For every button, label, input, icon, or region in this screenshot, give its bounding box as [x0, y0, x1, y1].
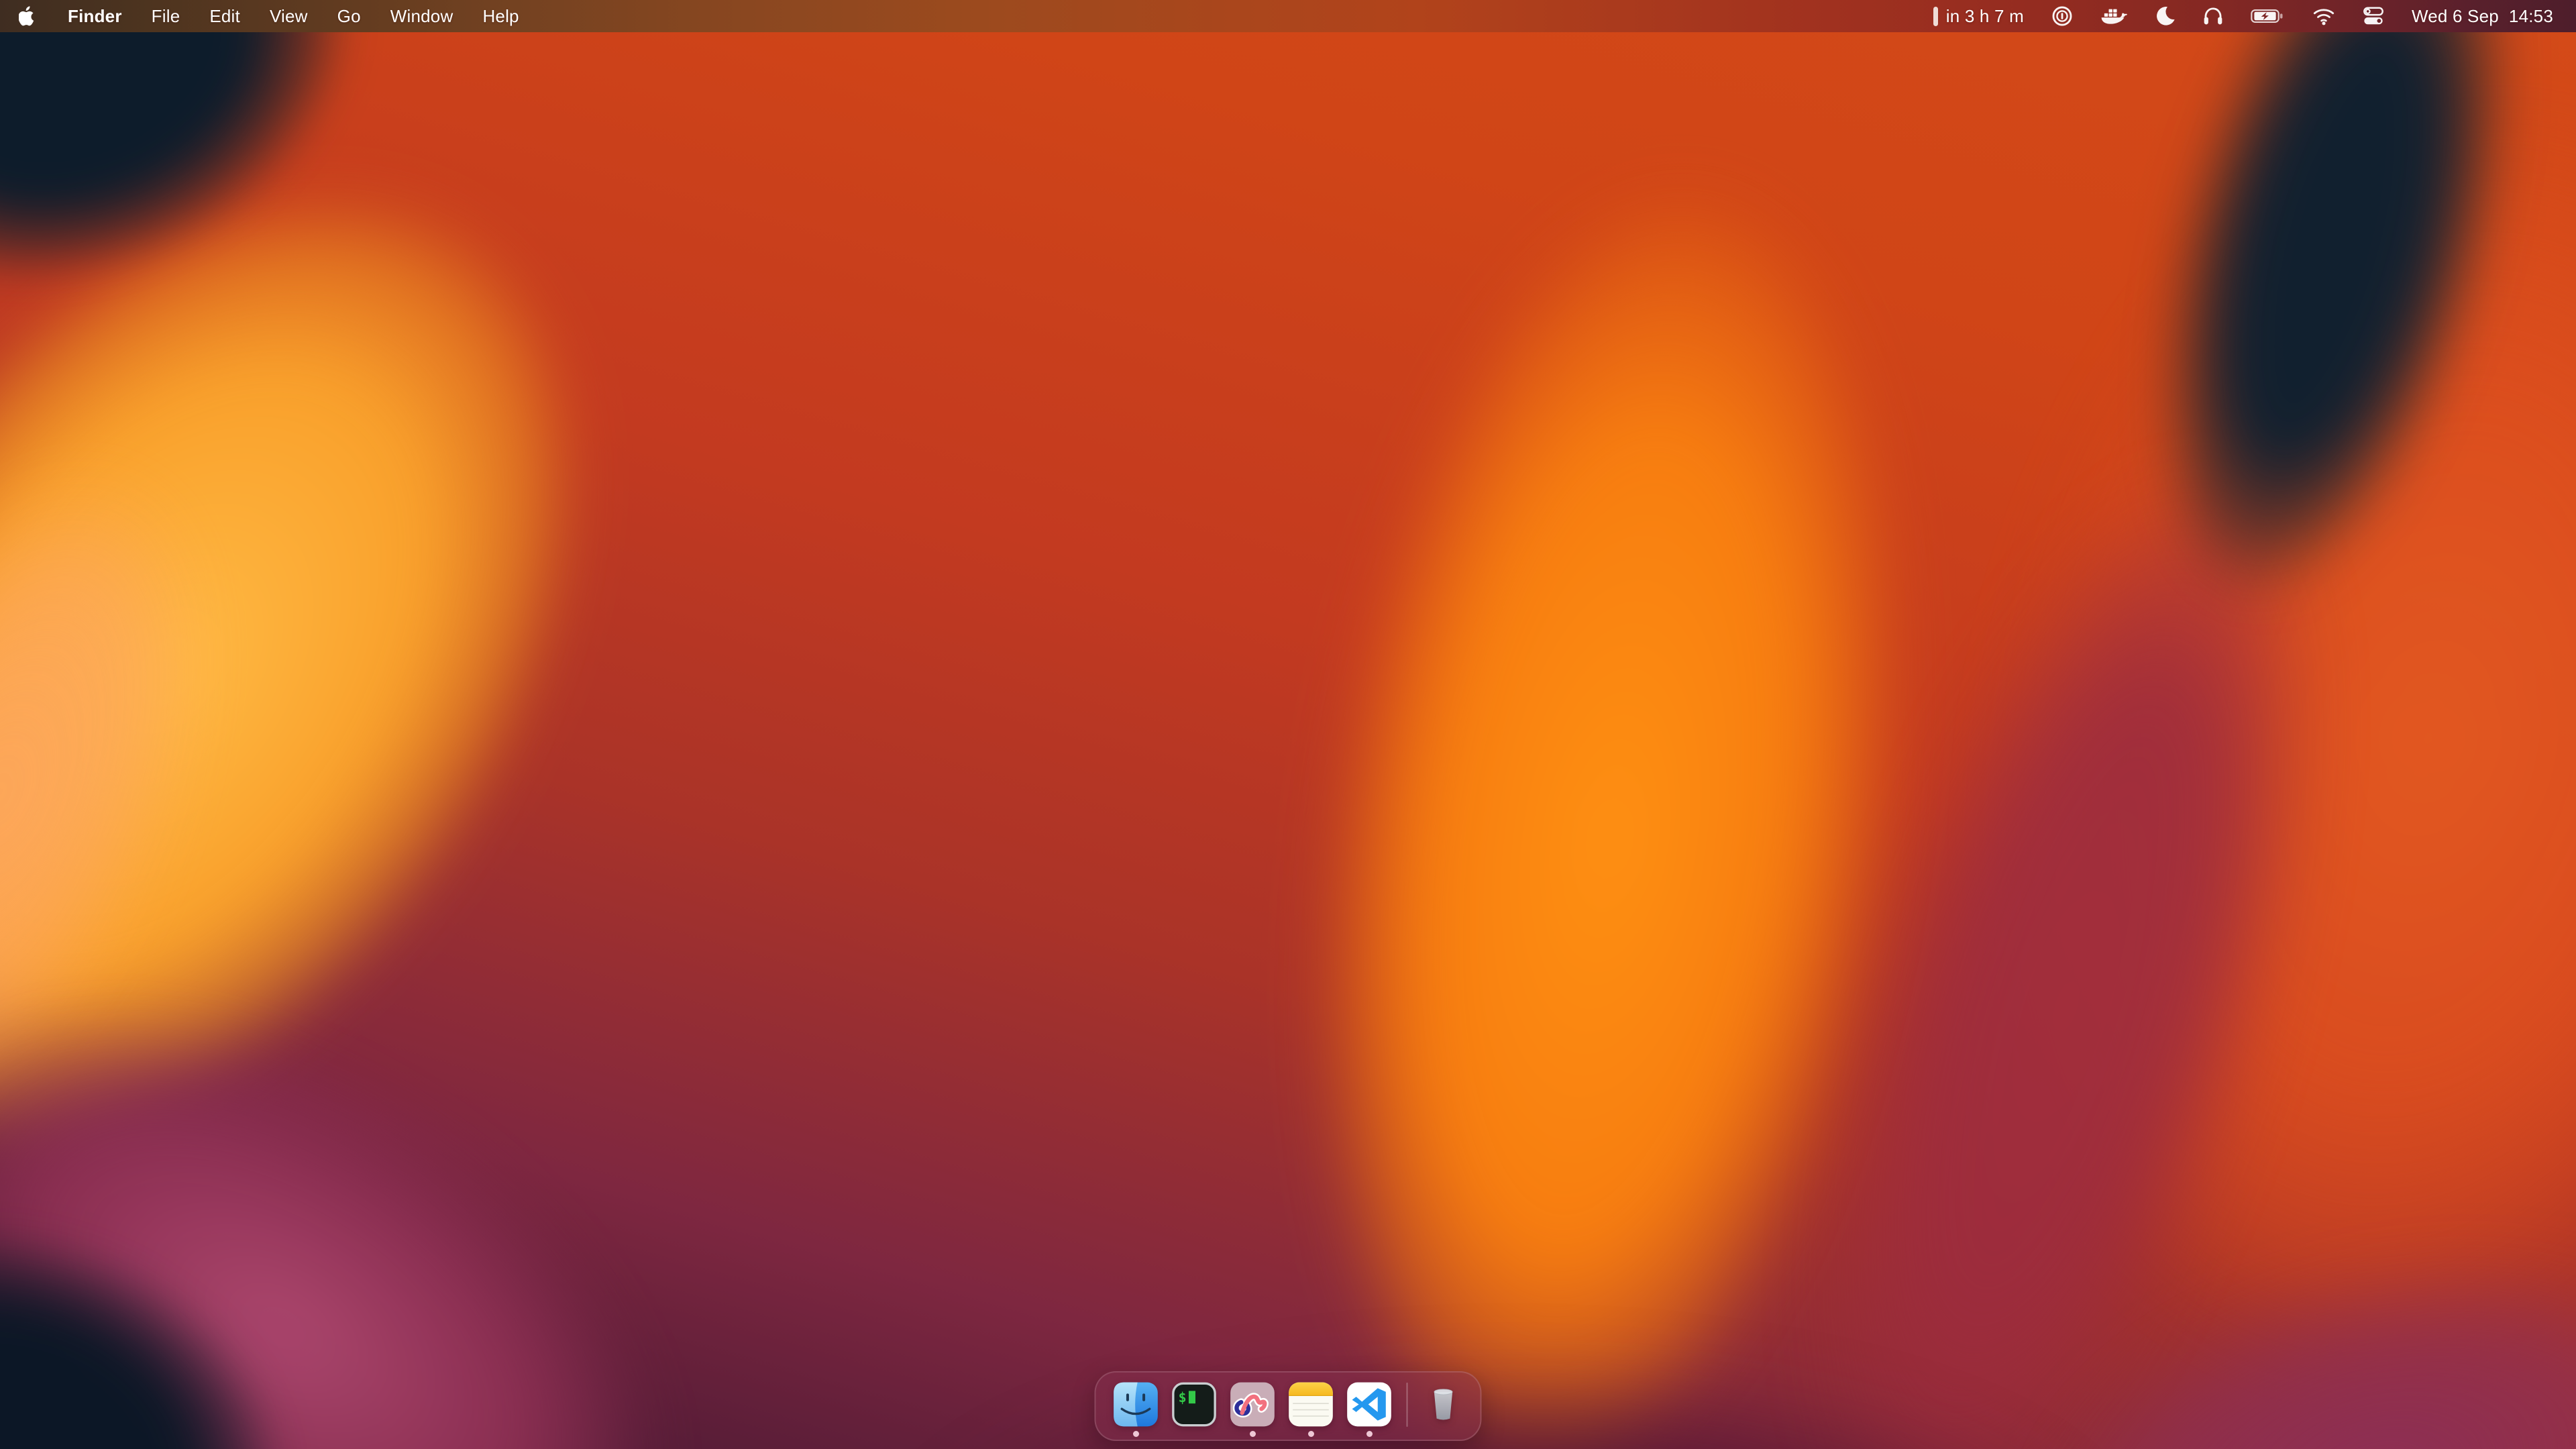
wallpaper-petal: [1689, 0, 2576, 1449]
apple-menu[interactable]: [17, 0, 53, 32]
app-menus: Finder File Edit View Go Window Help: [0, 0, 534, 32]
menu-bar: Finder File Edit View Go Window Help in …: [0, 0, 2576, 32]
wallpaper-petal: [0, 0, 544, 472]
focus-status-item[interactable]: [2141, 0, 2189, 32]
wallpaper: [0, 0, 2576, 1449]
docker-whale-icon: [2100, 6, 2127, 26]
status-area: in 3 h 7 m: [1920, 0, 2576, 32]
notes-icon: [1289, 1382, 1334, 1427]
running-indicator: [1250, 1431, 1256, 1437]
wallpaper-petal: [1584, 190, 2548, 1449]
running-indicator: [1308, 1431, 1314, 1437]
menu-go[interactable]: Go: [323, 0, 376, 32]
headphones-icon: [2202, 5, 2224, 27]
battery-charging-icon: [2251, 7, 2286, 25]
timer-bar-icon: [1933, 7, 1938, 26]
desktop: Finder File Edit View Go Window Help in …: [0, 0, 2576, 1449]
vscode-icon: [1347, 1382, 1392, 1427]
dock-app-vscode[interactable]: [1347, 1382, 1392, 1427]
svg-text:$: $: [1179, 1389, 1187, 1405]
wallpaper-petal: [1861, 1102, 2576, 1449]
running-indicator: [1133, 1431, 1139, 1437]
control-center-status-item[interactable]: [2349, 0, 2398, 32]
wallpaper-petal: [1102, 0, 2118, 1449]
trash-icon: [1423, 1382, 1464, 1427]
wifi-status-item[interactable]: [2299, 0, 2349, 32]
clock-time: 14:53: [2509, 6, 2553, 27]
arc-browser-icon: [1230, 1382, 1275, 1427]
wifi-icon: [2312, 5, 2335, 28]
finder-icon: [1114, 1382, 1159, 1427]
audio-status-item[interactable]: [2189, 0, 2237, 32]
wallpaper-petal: [0, 268, 394, 1315]
wallpaper-petal: [704, 1308, 2314, 1449]
timer-status-item[interactable]: in 3 h 7 m: [1920, 0, 2037, 32]
dock-divider: [1407, 1383, 1408, 1427]
clock-date: Wed 6 Sep: [2412, 6, 2499, 27]
docker-status-item[interactable]: [2087, 0, 2141, 32]
power-ring-icon: [2051, 5, 2074, 28]
focus-moon-icon: [2154, 5, 2176, 27]
menu-view[interactable]: View: [255, 0, 323, 32]
wallpaper-petal: [0, 1055, 464, 1449]
timer-label: in 3 h 7 m: [1946, 6, 2024, 27]
running-indicator: [1366, 1431, 1373, 1437]
dock: $: [1095, 1371, 1482, 1441]
wallpaper-petal: [1999, 0, 2576, 794]
terminal-icon: $: [1172, 1382, 1217, 1427]
power-ring-status-item[interactable]: [2037, 0, 2087, 32]
control-center-icon: [2362, 5, 2385, 28]
menu-window[interactable]: Window: [376, 0, 468, 32]
menu-file[interactable]: File: [137, 0, 195, 32]
menu-help[interactable]: Help: [468, 0, 533, 32]
dock-app-arc[interactable]: [1230, 1382, 1275, 1427]
menu-edit[interactable]: Edit: [195, 0, 255, 32]
apple-logo-icon: [19, 5, 37, 27]
dock-app-terminal[interactable]: $: [1172, 1382, 1217, 1427]
wallpaper-petal: [0, 0, 975, 1449]
dock-trash[interactable]: [1423, 1382, 1464, 1427]
dock-app-finder[interactable]: [1114, 1382, 1159, 1427]
dock-app-notes[interactable]: [1289, 1382, 1334, 1427]
wallpaper-petal: [0, 737, 943, 1449]
menu-bar-clock[interactable]: Wed 6 Sep 14:53: [2398, 0, 2553, 32]
battery-status-item[interactable]: [2237, 0, 2299, 32]
menu-finder[interactable]: Finder: [53, 0, 137, 32]
